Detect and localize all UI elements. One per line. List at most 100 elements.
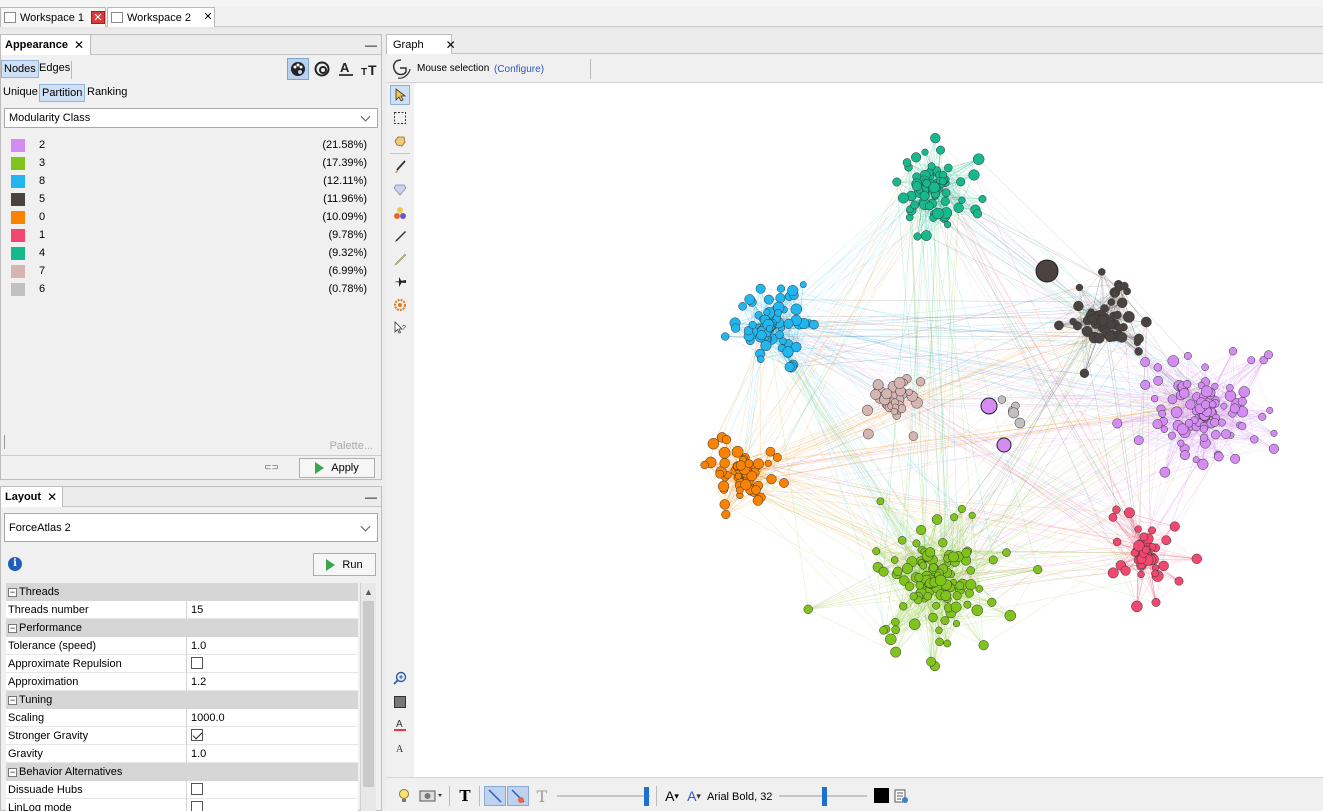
heatmap-icon[interactable]	[390, 295, 410, 315]
graph-node[interactable]	[940, 196, 950, 206]
graph-node[interactable]	[719, 458, 730, 469]
graph-node[interactable]	[885, 633, 897, 646]
graph-node[interactable]	[938, 177, 947, 186]
graph-node[interactable]	[911, 181, 922, 192]
graph-node[interactable]	[1123, 311, 1135, 323]
graph-node[interactable]	[891, 617, 900, 627]
graph-node[interactable]	[944, 221, 952, 229]
graph-node[interactable]	[902, 158, 912, 167]
graph-node[interactable]	[1258, 412, 1267, 421]
graph-node[interactable]	[1098, 268, 1106, 276]
chevron-up-icon[interactable]: ▲	[364, 587, 373, 597]
property-section-header[interactable]: − Threads	[6, 583, 358, 601]
graph-node[interactable]	[753, 458, 764, 470]
graph-node[interactable]	[915, 377, 926, 387]
graph-node[interactable]	[897, 536, 907, 545]
graph-node[interactable]	[890, 407, 899, 416]
graph-node[interactable]	[935, 637, 944, 647]
workspace-tab-1[interactable]: Workspace 1 ✕	[0, 7, 106, 27]
color-swatch[interactable]	[11, 228, 25, 242]
graph-node[interactable]	[799, 281, 807, 289]
graph-node[interactable]	[1104, 331, 1116, 343]
graph-node[interactable]	[1113, 310, 1122, 320]
minimize-icon[interactable]: —	[365, 38, 377, 52]
graph-node[interactable]	[1150, 395, 1159, 403]
color-swatch[interactable]	[11, 192, 25, 206]
graph-node[interactable]	[738, 302, 747, 311]
graph-node[interactable]	[1112, 418, 1123, 429]
layout-algorithm-select[interactable]: ForceAtlas 2	[4, 513, 378, 542]
graph-node[interactable]	[940, 590, 952, 602]
graph-node[interactable]	[928, 612, 938, 623]
graph-node[interactable]	[910, 200, 920, 210]
graph-node[interactable]	[803, 604, 813, 614]
graph-node[interactable]	[764, 459, 772, 467]
graph-node[interactable]	[779, 478, 789, 488]
graph-node[interactable]	[890, 646, 902, 658]
graph-node[interactable]	[1226, 384, 1234, 392]
color-swatch[interactable]	[11, 174, 25, 188]
graph-node[interactable]	[1120, 565, 1131, 576]
graph-node[interactable]	[756, 330, 767, 341]
graph-node[interactable]	[870, 389, 881, 400]
graph-node[interactable]	[752, 495, 764, 506]
graph-node[interactable]	[1178, 388, 1190, 399]
graph-node[interactable]	[1140, 316, 1152, 328]
color-swatch[interactable]	[11, 156, 25, 170]
graph-node[interactable]	[988, 555, 998, 565]
collapse-icon[interactable]: −	[8, 767, 17, 777]
graph-node[interactable]	[912, 539, 921, 548]
graph-node[interactable]	[961, 547, 972, 558]
graph-node[interactable]	[707, 437, 720, 450]
graph-node[interactable]	[1153, 363, 1162, 372]
graph-node[interactable]	[931, 514, 943, 525]
graph-node[interactable]	[948, 551, 959, 563]
graph-node[interactable]	[763, 308, 771, 316]
graph-node[interactable]	[790, 303, 803, 316]
graph-node[interactable]	[1133, 333, 1144, 344]
graph-node[interactable]	[721, 434, 732, 445]
graph-node[interactable]	[1266, 406, 1274, 414]
legend-item[interactable]: 3 (17.39%)	[11, 155, 371, 171]
graph-node[interactable]	[775, 330, 784, 339]
graph-node[interactable]	[932, 601, 940, 610]
graph-node[interactable]	[1250, 435, 1259, 444]
graph-node[interactable]	[1079, 368, 1090, 378]
close-icon[interactable]: ✕	[47, 490, 57, 504]
graph-node[interactable]	[915, 581, 924, 590]
tab-nodes[interactable]: Nodes	[1, 60, 39, 78]
graph-node[interactable]	[1014, 417, 1026, 429]
graph-node[interactable]	[700, 460, 709, 470]
graph-node[interactable]	[872, 547, 881, 556]
graph-node[interactable]	[1161, 535, 1172, 546]
graph-node[interactable]	[978, 195, 987, 203]
graph-node[interactable]	[766, 474, 777, 485]
property-value[interactable]: 1000.0	[186, 709, 225, 727]
graph-node[interactable]	[1153, 375, 1163, 386]
graph-node[interactable]	[953, 202, 964, 213]
graph-node[interactable]	[1111, 289, 1120, 298]
graph-node[interactable]	[872, 379, 884, 391]
graph-node[interactable]	[936, 145, 945, 155]
tab-graph[interactable]: Graph ✕	[386, 34, 456, 54]
graph-node[interactable]	[921, 148, 929, 156]
property-value[interactable]: 1.2	[186, 673, 206, 691]
property-section-header[interactable]: − Tuning	[6, 691, 358, 709]
graph-node[interactable]	[1237, 396, 1247, 407]
graph-node[interactable]	[963, 600, 972, 609]
graph-node[interactable]	[772, 452, 782, 462]
property-section-header[interactable]: − Behavior Alternatives	[6, 763, 358, 781]
run-button[interactable]: Run	[313, 553, 376, 576]
palette-link[interactable]: Palette...	[330, 440, 373, 452]
graph-node[interactable]	[1184, 419, 1194, 428]
slider-handle[interactable]	[822, 787, 827, 806]
graph-node[interactable]	[940, 616, 950, 626]
graph-hub-node[interactable]	[1035, 259, 1059, 283]
graph-node[interactable]	[929, 563, 938, 572]
graph-node[interactable]	[1221, 429, 1231, 439]
close-icon[interactable]: ✕	[201, 11, 215, 24]
graph-node[interactable]	[1228, 347, 1238, 356]
graph-node[interactable]	[1201, 400, 1211, 410]
collapse-icon[interactable]: −	[8, 623, 17, 633]
graph-node[interactable]	[941, 188, 951, 198]
